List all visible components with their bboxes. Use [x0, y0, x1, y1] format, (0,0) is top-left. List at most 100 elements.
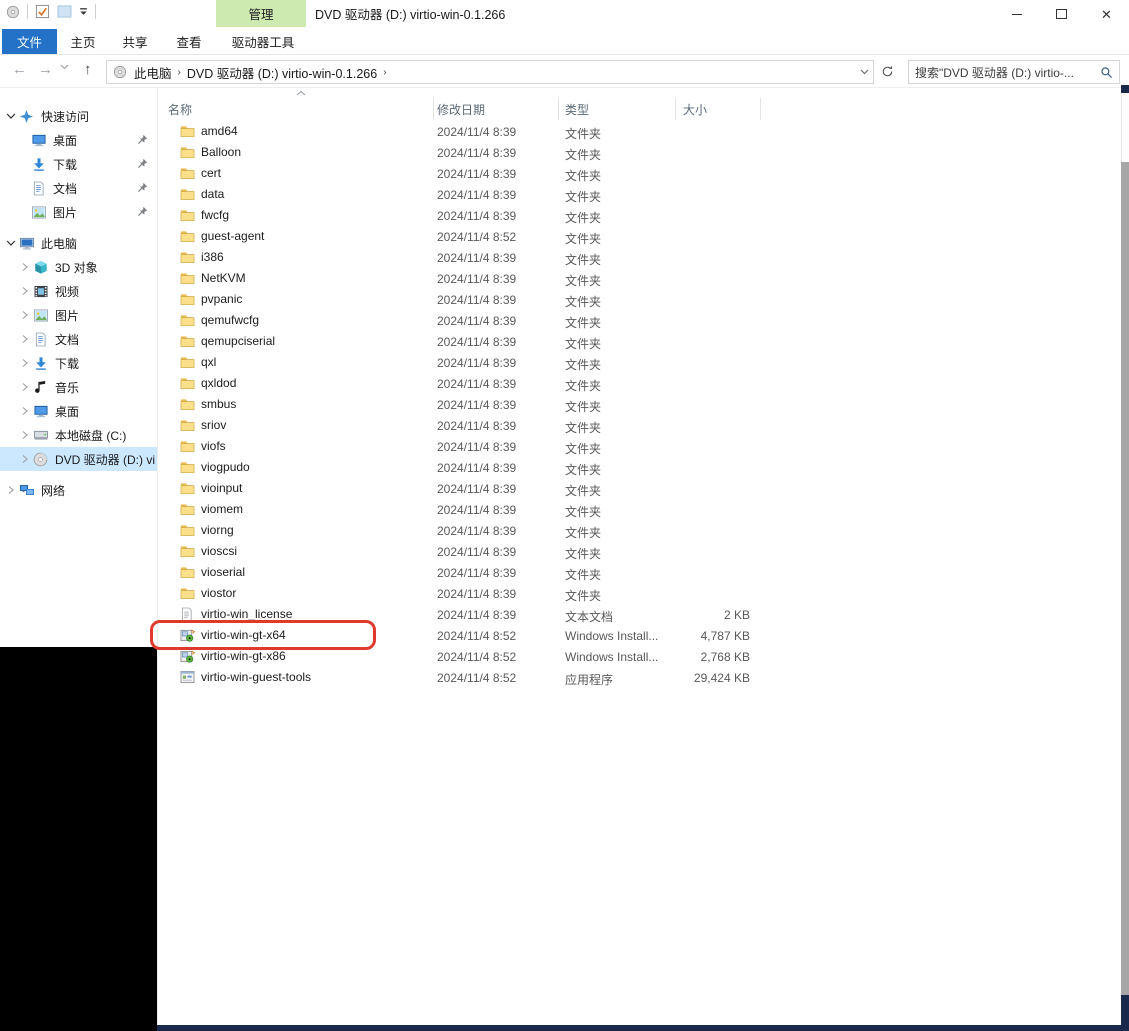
column-header-size[interactable]: 大小 [683, 101, 707, 118]
file-row[interactable]: i3862024/11/4 8:39文件夹 [158, 247, 1121, 268]
file-row[interactable]: virtio-win-guest-tools2024/11/4 8:52应用程序… [158, 667, 1121, 688]
file-row[interactable]: qemufwcfg2024/11/4 8:39文件夹 [158, 310, 1121, 331]
file-row[interactable]: pvpanic2024/11/4 8:39文件夹 [158, 289, 1121, 310]
checkbox-icon[interactable] [35, 4, 50, 19]
minimize-button[interactable] [994, 0, 1039, 28]
file-row[interactable]: viomem2024/11/4 8:39文件夹 [158, 499, 1121, 520]
breadcrumb-item[interactable]: DVD 驱动器 (D:) virtio-win-0.1.266 [183, 63, 381, 82]
address-dropdown-icon[interactable] [860, 69, 869, 75]
file-row[interactable]: qxldod2024/11/4 8:39文件夹 [158, 373, 1121, 394]
file-date-modified: 2024/11/4 8:39 [437, 335, 516, 349]
breadcrumb-separator-icon[interactable]: › [176, 67, 183, 78]
tab-file[interactable]: 文件 [2, 29, 57, 54]
chevron-right-icon[interactable] [21, 382, 29, 392]
installer-icon [180, 649, 195, 664]
recent-dropdown-icon[interactable] [60, 64, 69, 70]
up-arrow-icon[interactable]: ↑ [84, 61, 92, 78]
tab-drive-tools[interactable]: 驱动器工具 [217, 29, 309, 54]
sidebar-item-desktop[interactable]: 桌面 [0, 399, 157, 423]
sidebar-item-qa-pictures[interactable]: 图片 [0, 200, 157, 224]
new-folder-icon[interactable] [57, 5, 72, 18]
file-row[interactable]: viostor2024/11/4 8:39文件夹 [158, 583, 1121, 604]
sidebar-item-downloads[interactable]: 下载 [0, 351, 157, 375]
sidebar-item-pictures[interactable]: 图片 [0, 303, 157, 327]
column-separator[interactable] [433, 98, 434, 120]
vertical-scrollbar-thumb[interactable] [1121, 162, 1129, 995]
sidebar-item-videos[interactable]: 视频 [0, 279, 157, 303]
file-row[interactable]: viofs2024/11/4 8:39文件夹 [158, 436, 1121, 457]
chevron-right-icon[interactable] [7, 485, 15, 495]
separator [27, 4, 28, 19]
window-controls: ✕ [994, 0, 1129, 28]
maximize-button[interactable] [1039, 0, 1084, 28]
folder-icon [180, 376, 195, 390]
file-row[interactable]: vioscsi2024/11/4 8:39文件夹 [158, 541, 1121, 562]
sidebar-item-local-disk-c[interactable]: 本地磁盘 (C:) [0, 423, 157, 447]
chevron-right-icon[interactable] [21, 358, 29, 368]
search-input[interactable]: 搜索"DVD 驱动器 (D:) virtio-... [908, 60, 1120, 84]
sidebar-item-dvd-drive-d[interactable]: DVD 驱动器 (D:) vi [0, 447, 157, 471]
sort-ascending-icon[interactable] [296, 90, 306, 96]
chevron-down-icon[interactable] [6, 112, 16, 120]
column-separator[interactable] [558, 98, 559, 120]
qat-dropdown-icon[interactable] [79, 7, 88, 16]
column-header-name[interactable]: 名称 [168, 101, 192, 118]
folder-icon [180, 439, 195, 453]
file-row[interactable]: Balloon2024/11/4 8:39文件夹 [158, 142, 1121, 163]
chevron-down-icon[interactable] [6, 239, 16, 247]
file-row[interactable]: vioserial2024/11/4 8:39文件夹 [158, 562, 1121, 583]
sidebar-item-music[interactable]: 音乐 [0, 375, 157, 399]
chevron-right-icon[interactable] [21, 310, 29, 320]
tab-share[interactable]: 共享 [109, 29, 161, 54]
column-header-date-modified[interactable]: 修改日期 [437, 101, 485, 118]
address-bar[interactable]: 此电脑›DVD 驱动器 (D:) virtio-win-0.1.266› [106, 60, 874, 84]
chevron-right-icon[interactable] [21, 262, 29, 272]
chevron-right-icon[interactable] [21, 454, 29, 464]
tab-view[interactable]: 查看 [161, 29, 217, 54]
file-row[interactable]: qemupciserial2024/11/4 8:39文件夹 [158, 331, 1121, 352]
file-row[interactable]: qxl2024/11/4 8:39文件夹 [158, 352, 1121, 373]
file-date-modified: 2024/11/4 8:52 [437, 629, 516, 643]
sidebar-item-this-pc[interactable]: 此电脑 [0, 231, 157, 255]
file-row[interactable]: data2024/11/4 8:39文件夹 [158, 184, 1121, 205]
chevron-right-icon[interactable] [21, 406, 29, 416]
file-type: 文件夹 [565, 524, 601, 541]
tab-home[interactable]: 主页 [57, 29, 109, 54]
file-date-modified: 2024/11/4 8:39 [437, 251, 516, 265]
back-arrow-icon[interactable]: ← [12, 61, 27, 78]
sidebar-item-label: 本地磁盘 (C:) [55, 427, 126, 444]
breadcrumb-item[interactable]: 此电脑 [130, 63, 176, 82]
chevron-right-icon[interactable] [21, 286, 29, 296]
file-row[interactable]: amd642024/11/4 8:39文件夹 [158, 121, 1121, 142]
breadcrumb-separator-icon[interactable]: › [381, 67, 388, 78]
file-row[interactable]: NetKVM2024/11/4 8:39文件夹 [158, 268, 1121, 289]
disc-icon [6, 5, 20, 19]
column-separator[interactable] [760, 98, 761, 120]
file-row[interactable]: viorng2024/11/4 8:39文件夹 [158, 520, 1121, 541]
sidebar-item-network[interactable]: 网络 [0, 478, 157, 502]
file-row[interactable]: smbus2024/11/4 8:39文件夹 [158, 394, 1121, 415]
file-name: viogpudo [201, 460, 250, 474]
chevron-right-icon[interactable] [21, 334, 29, 344]
sidebar-item-qa-downloads[interactable]: 下载 [0, 152, 157, 176]
file-row[interactable]: vioinput2024/11/4 8:39文件夹 [158, 478, 1121, 499]
forward-arrow-icon[interactable]: → [38, 61, 53, 78]
file-date-modified: 2024/11/4 8:39 [437, 566, 516, 580]
sidebar-item-qa-desktop[interactable]: 桌面 [0, 128, 157, 152]
file-row[interactable]: fwcfg2024/11/4 8:39文件夹 [158, 205, 1121, 226]
sidebar-item-objects-3d[interactable]: 3D 对象 [0, 255, 157, 279]
close-button[interactable]: ✕ [1084, 0, 1129, 28]
sidebar-item-quick-access[interactable]: 快速访问 [0, 104, 157, 128]
column-header-type[interactable]: 类型 [565, 101, 589, 118]
sidebar-item-qa-documents[interactable]: 文档 [0, 176, 157, 200]
file-type: 应用程序 [565, 671, 613, 688]
file-row[interactable]: cert2024/11/4 8:39文件夹 [158, 163, 1121, 184]
chevron-right-icon[interactable] [21, 430, 29, 440]
column-separator[interactable] [675, 98, 676, 120]
file-row[interactable]: guest-agent2024/11/4 8:52文件夹 [158, 226, 1121, 247]
sidebar-item-documents[interactable]: 文档 [0, 327, 157, 351]
file-row[interactable]: viogpudo2024/11/4 8:39文件夹 [158, 457, 1121, 478]
search-icon[interactable] [1100, 66, 1113, 79]
file-row[interactable]: sriov2024/11/4 8:39文件夹 [158, 415, 1121, 436]
refresh-icon[interactable] [881, 65, 894, 78]
